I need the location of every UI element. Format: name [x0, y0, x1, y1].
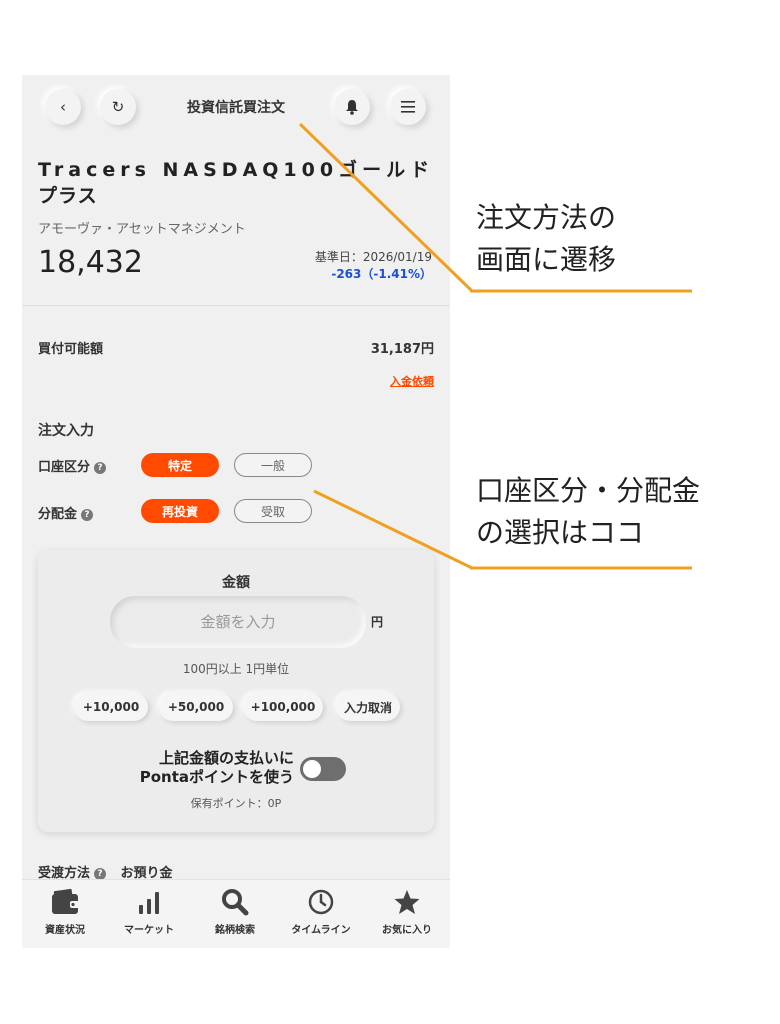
- distribution-option-receive[interactable]: 受取: [234, 499, 312, 523]
- distribution-text: 分配金: [38, 507, 78, 522]
- divider: [22, 305, 450, 306]
- star-icon: [394, 890, 420, 914]
- clear-input-button[interactable]: 入力取消: [336, 693, 400, 721]
- annotation-1-line2: 画面に遷移: [476, 243, 617, 276]
- price-change: -263（-1.41%）: [331, 267, 432, 281]
- search-icon: [222, 889, 249, 916]
- toggle-knob: [303, 760, 321, 778]
- account-type-label: 口座区分?: [38, 456, 107, 475]
- annotation-account-select: 口座区分・分配金 の選択はココ: [476, 470, 700, 554]
- ponta-label-line2: Pontaポイントを使う: [139, 768, 294, 786]
- account-option-tokutei[interactable]: 特定: [141, 453, 219, 477]
- deposit-request-link[interactable]: 入金依頼: [390, 373, 434, 389]
- nav-label-market: マーケット: [124, 925, 174, 936]
- nav-item-search[interactable]: 銘柄検索: [192, 888, 278, 936]
- help-icon[interactable]: ?: [81, 508, 94, 521]
- nav-label-favorites: お気に入り: [382, 925, 432, 936]
- bell-icon: [346, 100, 358, 115]
- quick-add-10000-button[interactable]: +10,000: [74, 693, 148, 721]
- nav-item-favorites[interactable]: お気に入り: [364, 888, 450, 936]
- quick-add-50000-button[interactable]: +50,000: [159, 693, 233, 721]
- help-icon[interactable]: ?: [94, 867, 107, 880]
- amount-input[interactable]: [110, 596, 366, 648]
- wallet-icon: [52, 888, 80, 914]
- ponta-toggle[interactable]: [300, 757, 346, 781]
- annotation-order-method: 注文方法の 画面に遷移: [476, 197, 616, 281]
- order-input-title: 注文入力: [38, 423, 94, 439]
- amount-unit: 円: [371, 615, 384, 629]
- amount-card: 金額 円 100円以上 1円単位 +10,000 +50,000 +100,00…: [38, 550, 434, 832]
- amount-title: 金額: [222, 575, 250, 591]
- nav-item-assets[interactable]: 資産状況: [22, 888, 108, 936]
- nav-label-assets: 資産状況: [45, 925, 85, 936]
- annotation-2-line1: 口座区分・分配金: [476, 474, 701, 507]
- distribution-label: 分配金?: [38, 503, 94, 522]
- fund-name-line1: Tracers NASDAQ100ゴールド: [38, 159, 435, 181]
- base-date: 基準日：2026/01/19: [314, 250, 432, 264]
- nav-label-timeline: タイムライン: [291, 925, 351, 936]
- ponta-label-line1: 上記金額の支払いに: [158, 749, 294, 767]
- phone-screen: ‹ ↻ 投資信託買注文 Tracers NASDAQ100ゴールド プラス アモ…: [22, 75, 450, 948]
- fund-name-line2: プラス: [38, 185, 98, 207]
- annotation-2-line2: の選択はココ: [476, 516, 645, 549]
- account-option-ippan[interactable]: 一般: [234, 453, 312, 477]
- help-icon[interactable]: ?: [94, 461, 107, 474]
- amount-hint: 100円以上 1円単位: [182, 662, 290, 676]
- fund-name: Tracers NASDAQ100ゴールド プラス: [38, 157, 442, 209]
- menu-button[interactable]: [390, 89, 426, 125]
- fund-company: アモーヴァ・アセットマネジメント: [38, 222, 246, 237]
- distribution-option-reinvest[interactable]: 再投資: [141, 499, 219, 523]
- bar-chart-icon: [139, 892, 159, 914]
- buying-power-value: 31,187円: [370, 342, 434, 357]
- nav-item-timeline[interactable]: タイムライン: [278, 888, 364, 936]
- quick-add-100000-button[interactable]: +100,000: [243, 693, 323, 721]
- fund-price: 18,432: [38, 245, 143, 280]
- page-title: 投資信託買注文: [187, 100, 285, 116]
- buying-power-label: 買付可能額: [38, 342, 104, 357]
- nav-label-search: 銘柄検索: [215, 925, 255, 936]
- points-balance: 保有ポイント：0P: [190, 797, 282, 810]
- annotation-1-line1: 注文方法の: [476, 201, 617, 234]
- notification-button[interactable]: [334, 89, 370, 125]
- account-type-text: 口座区分: [38, 460, 91, 475]
- menu-icon: [401, 101, 415, 113]
- clock-icon: [308, 889, 334, 915]
- bottom-nav: 資産状況 マーケット 銘柄検索 タイムライン お気に入り: [22, 879, 450, 948]
- nav-item-market[interactable]: マーケット: [106, 888, 192, 936]
- ponta-label: 上記金額の支払いに Pontaポイントを使う: [118, 749, 294, 787]
